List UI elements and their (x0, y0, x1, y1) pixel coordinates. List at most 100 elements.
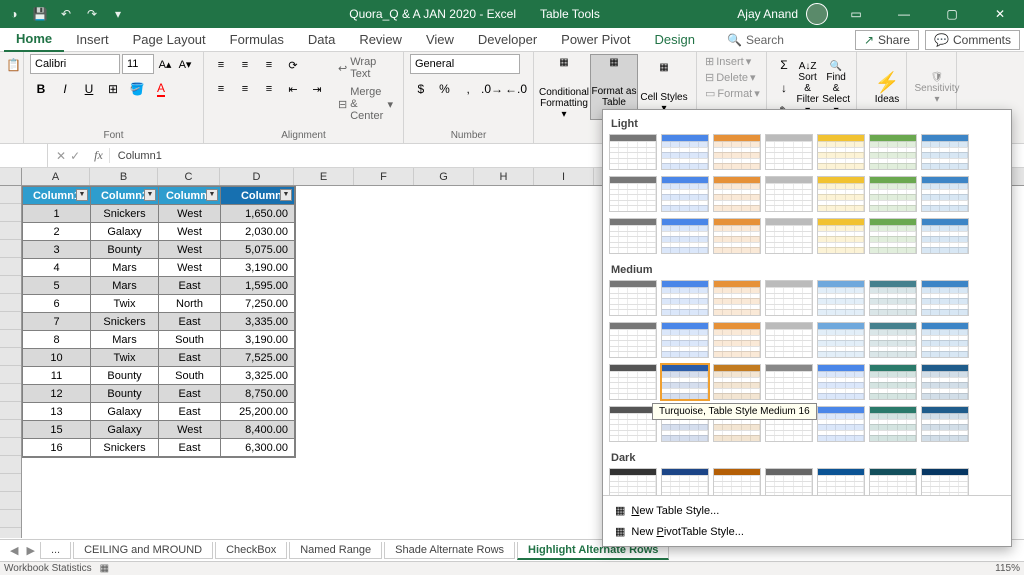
stats-icon[interactable]: ▦ (100, 563, 109, 574)
table-cell[interactable]: 3,190.00 (221, 331, 295, 349)
search-box[interactable]: 🔍 Search (727, 33, 784, 47)
column-header[interactable]: A (22, 168, 90, 185)
table-style-thumb[interactable] (765, 218, 813, 254)
table-style-thumb[interactable] (817, 322, 865, 358)
percent-icon[interactable]: % (434, 78, 456, 100)
new-table-style-button[interactable]: ▦ New Table Style... (607, 500, 1007, 521)
table-row[interactable]: 1SnickersWest1,650.00 (23, 205, 295, 223)
sheet-tab-more[interactable]: ... (40, 542, 71, 559)
font-name-select[interactable] (30, 54, 120, 74)
table-style-thumb[interactable] (713, 218, 761, 254)
share-button[interactable]: ↗Share (855, 30, 919, 50)
row-header[interactable] (0, 420, 21, 438)
user-avatar[interactable] (806, 3, 828, 25)
align-center-icon[interactable]: ≡ (234, 78, 256, 100)
indent-inc-icon[interactable]: ⇥ (306, 78, 328, 100)
table-style-thumb[interactable] (921, 468, 969, 495)
tab-data[interactable]: Data (296, 28, 347, 51)
table-cell[interactable]: East (159, 439, 221, 457)
table-style-thumb[interactable] (869, 134, 917, 170)
table-style-thumb[interactable] (921, 134, 969, 170)
table-cell[interactable]: 8,400.00 (221, 421, 295, 439)
column-header[interactable]: G (414, 168, 474, 185)
table-row[interactable]: 15GalaxyWest8,400.00 (23, 421, 295, 439)
tab-view[interactable]: View (414, 28, 466, 51)
table-style-thumb[interactable] (817, 134, 865, 170)
table-style-thumb[interactable] (765, 280, 813, 316)
wrap-text-button[interactable]: ↩ Wrap Text (334, 54, 397, 82)
table-style-thumb[interactable] (661, 176, 709, 212)
table-style-thumb[interactable] (765, 134, 813, 170)
font-size-select[interactable] (122, 54, 154, 74)
filter-dropdown-icon[interactable]: ▼ (206, 189, 218, 201)
table-cell[interactable]: 25,200.00 (221, 403, 295, 421)
delete-cells-button[interactable]: ⊟ Delete ▾ (703, 70, 760, 85)
table-style-thumb[interactable] (817, 468, 865, 495)
table-cell[interactable]: 2 (23, 223, 91, 241)
table-style-thumb[interactable] (661, 468, 709, 495)
row-header[interactable] (0, 294, 21, 312)
table-row[interactable]: 2GalaxyWest2,030.00 (23, 223, 295, 241)
decrease-decimal-icon[interactable]: ←.0 (505, 78, 527, 100)
qa-more-icon[interactable]: ▾ (108, 4, 128, 24)
table-cell[interactable]: 10 (23, 349, 91, 367)
table-cell[interactable]: Bounty (91, 241, 159, 259)
column-header[interactable]: B (90, 168, 158, 185)
redo-icon[interactable]: ↷ (82, 4, 102, 24)
close-icon[interactable]: ✕ (980, 0, 1020, 28)
table-header-cell[interactable]: Column4▼ (221, 187, 295, 205)
filter-dropdown-icon[interactable]: ▼ (76, 189, 88, 201)
table-cell[interactable]: 15 (23, 421, 91, 439)
table-cell[interactable]: 1,595.00 (221, 277, 295, 295)
table-cell[interactable]: South (159, 367, 221, 385)
table-cell[interactable]: 12 (23, 385, 91, 403)
fill-icon[interactable]: ↓ (773, 77, 795, 99)
sheet-tab-ceiling[interactable]: CEILING and MROUND (73, 542, 213, 559)
table-cell[interactable]: East (159, 385, 221, 403)
insert-cells-button[interactable]: ⊞ Insert ▾ (703, 54, 760, 69)
row-header[interactable] (0, 312, 21, 330)
table-cell[interactable]: Bounty (91, 367, 159, 385)
table-cell[interactable]: Mars (91, 331, 159, 349)
orientation-icon[interactable]: ⟳ (282, 54, 304, 76)
table-style-thumb[interactable] (817, 218, 865, 254)
table-cell[interactable]: East (159, 403, 221, 421)
table-cell[interactable]: 13 (23, 403, 91, 421)
minimize-icon[interactable]: — (884, 0, 924, 28)
table-cell[interactable]: 3,325.00 (221, 367, 295, 385)
table-style-thumb[interactable] (869, 468, 917, 495)
column-header[interactable]: E (294, 168, 354, 185)
table-cell[interactable]: 5,075.00 (221, 241, 295, 259)
border-button[interactable]: ⊞ (102, 78, 124, 100)
table-style-thumb[interactable] (713, 468, 761, 495)
new-pivot-style-button[interactable]: ▦ New PivotTable Style... (607, 521, 1007, 542)
row-header[interactable] (0, 348, 21, 366)
table-header-cell[interactable]: Column2▼ (91, 187, 159, 205)
table-style-thumb[interactable] (713, 280, 761, 316)
table-cell[interactable]: West (159, 241, 221, 259)
table-style-thumb[interactable] (921, 322, 969, 358)
table-style-thumb[interactable] (713, 364, 761, 400)
italic-button[interactable]: I (54, 78, 76, 100)
table-style-thumb[interactable] (609, 406, 657, 442)
table-cell[interactable]: West (159, 421, 221, 439)
tab-power-pivot[interactable]: Power Pivot (549, 28, 642, 51)
table-style-thumb[interactable] (765, 468, 813, 495)
table-cell[interactable]: 7 (23, 313, 91, 331)
table-style-thumb[interactable] (921, 218, 969, 254)
tab-design[interactable]: Design (643, 28, 707, 51)
underline-button[interactable]: U (78, 78, 100, 100)
accounting-icon[interactable]: $ (410, 78, 432, 100)
fx-icon[interactable]: fx (88, 148, 110, 163)
table-style-thumb[interactable] (661, 134, 709, 170)
table-style-thumb[interactable] (921, 364, 969, 400)
column-header[interactable]: F (354, 168, 414, 185)
table-cell[interactable]: 5 (23, 277, 91, 295)
table-cell[interactable]: West (159, 259, 221, 277)
tab-formulas[interactable]: Formulas (218, 28, 296, 51)
row-header[interactable] (0, 456, 21, 474)
format-cells-button[interactable]: ▭ Format ▾ (703, 86, 760, 101)
table-row[interactable]: 13GalaxyEast25,200.00 (23, 403, 295, 421)
table-style-thumb[interactable] (661, 322, 709, 358)
table-cell[interactable]: Snickers (91, 313, 159, 331)
